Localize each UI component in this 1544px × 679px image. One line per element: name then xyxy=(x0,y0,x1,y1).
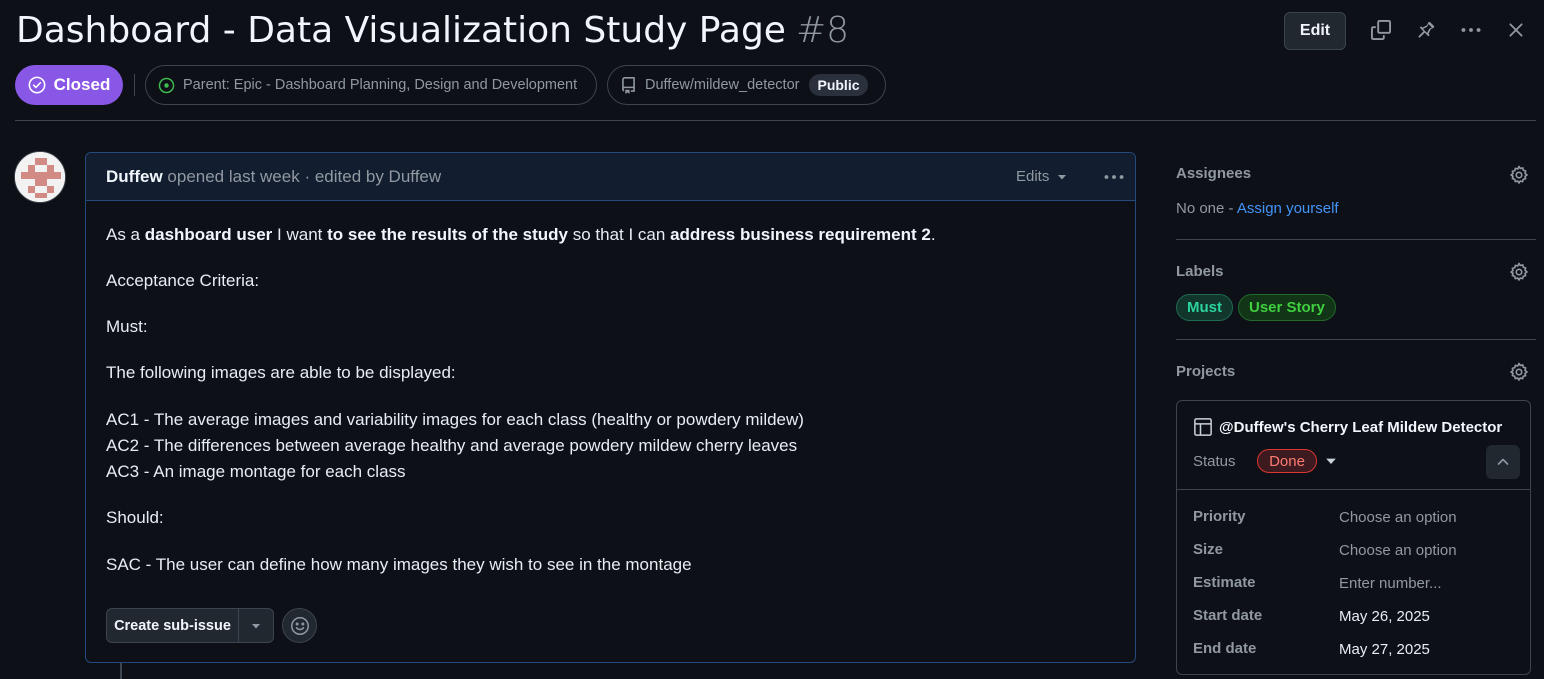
collapse-project-button[interactable] xyxy=(1486,445,1520,479)
create-subissue-button[interactable]: Create sub-issue xyxy=(107,609,239,642)
text: I want xyxy=(272,225,328,244)
triangle-down-icon xyxy=(1057,172,1067,182)
assign-yourself-link[interactable]: Assign yourself xyxy=(1237,200,1339,217)
copy-icon[interactable] xyxy=(1369,18,1393,42)
sidebar-divider xyxy=(1176,339,1536,340)
acceptance-heading: Acceptance Criteria: xyxy=(106,271,260,290)
comment-options-icon[interactable] xyxy=(1102,165,1126,189)
story-paragraph: As a dashboard user I want to see the re… xyxy=(106,225,936,245)
comment-meta: Duffew opened last week · edited by Duff… xyxy=(106,167,441,187)
field-value-size[interactable]: Choose an option xyxy=(1339,542,1457,559)
ac2-text: AC2 - The differences between average he… xyxy=(106,436,798,455)
timeline-line xyxy=(120,663,122,679)
create-subissue-split-button: Create sub-issue xyxy=(106,608,274,643)
kebab-horizontal-icon[interactable] xyxy=(1459,18,1483,42)
field-value-start-date[interactable]: May 26, 2025 xyxy=(1339,608,1430,625)
check-circle-icon xyxy=(28,76,46,94)
status-badge[interactable]: Done xyxy=(1257,449,1317,473)
divider xyxy=(134,74,135,96)
chevron-up-icon xyxy=(1495,454,1511,470)
issue-open-icon xyxy=(158,77,175,94)
labels-title[interactable]: Labels xyxy=(1176,263,1224,280)
author-link[interactable]: Duffew xyxy=(106,167,163,186)
field-label-priority: Priority xyxy=(1193,508,1246,525)
add-reaction-button[interactable] xyxy=(282,608,317,643)
repo-name: Duffew/mildew_detector xyxy=(645,77,800,93)
table-icon xyxy=(1193,417,1213,437)
projects-title[interactable]: Projects xyxy=(1176,363,1235,380)
no-assignee-text: No one - xyxy=(1176,200,1237,217)
issue-number: #8 xyxy=(795,10,850,51)
edit-button[interactable]: Edit xyxy=(1284,12,1346,50)
create-subissue-dropdown[interactable] xyxy=(239,609,273,642)
field-label-estimate: Estimate xyxy=(1193,574,1256,591)
state-badge: Closed xyxy=(15,65,123,105)
following-text: The following images are able to be disp… xyxy=(106,363,456,382)
bold-text: address business requirement 2 xyxy=(670,225,931,244)
text: . xyxy=(930,225,936,244)
ac3-text: AC3 - An image montage for each class xyxy=(106,462,406,481)
gear-icon[interactable] xyxy=(1508,261,1530,283)
project-link[interactable]: @Duffew's Cherry Leaf Mildew Detector xyxy=(1193,417,1502,437)
text: so that I can xyxy=(568,225,671,244)
field-value-estimate[interactable]: Enter number... xyxy=(1339,575,1442,592)
issue-title: Dashboard - Data Visualization Study Pag… xyxy=(16,10,849,51)
field-value-priority[interactable]: Choose an option xyxy=(1339,509,1457,526)
sidebar-divider xyxy=(1176,239,1536,240)
bold-text: dashboard user xyxy=(144,225,273,244)
repo-icon xyxy=(620,76,637,94)
field-value-end-date[interactable]: May 27, 2025 xyxy=(1339,641,1430,658)
comment-header: Duffew opened last week · edited by Duff… xyxy=(86,153,1135,201)
close-icon[interactable] xyxy=(1504,18,1528,42)
issue-body-comment: Duffew opened last week · edited by Duff… xyxy=(85,152,1136,663)
pin-icon[interactable] xyxy=(1414,18,1438,42)
sac-text: SAC - The user can define how many image… xyxy=(106,555,692,574)
project-card: @Duffew's Cherry Leaf Mildew Detector St… xyxy=(1176,400,1531,675)
gear-icon[interactable] xyxy=(1508,361,1530,383)
project-divider xyxy=(1177,489,1530,490)
state-label: Closed xyxy=(53,75,111,94)
triangle-down-icon xyxy=(251,621,261,631)
avatar[interactable] xyxy=(14,151,66,203)
project-name: @Duffew's Cherry Leaf Mildew Detector xyxy=(1219,418,1503,436)
visibility-badge: Public xyxy=(809,74,868,96)
gear-icon[interactable] xyxy=(1508,164,1530,186)
status-dropdown-icon[interactable] xyxy=(1325,455,1337,467)
bold-text: to see the results of the study xyxy=(327,225,568,244)
label-must[interactable]: Must xyxy=(1176,294,1233,321)
repo-link[interactable]: Duffew/mildew_detector Public xyxy=(607,65,886,105)
comment-meta-text: opened last week · edited by Duffew xyxy=(167,167,442,186)
field-label-start-date: Start date xyxy=(1193,607,1263,624)
assignees-value: No one - Assign yourself xyxy=(1176,200,1339,217)
edits-label: Edits xyxy=(1016,168,1050,185)
edits-dropdown[interactable]: Edits xyxy=(1016,168,1067,185)
label-user-story[interactable]: User Story xyxy=(1238,294,1336,321)
parent-label: Parent: Epic - Dashboard Planning, Desig… xyxy=(183,77,578,93)
ac1-text: AC1 - The average images and variability… xyxy=(106,410,804,429)
field-label-end-date: End date xyxy=(1193,640,1257,657)
parent-issue-link[interactable]: Parent: Epic - Dashboard Planning, Desig… xyxy=(145,65,597,105)
issue-title-text: Dashboard - Data Visualization Study Pag… xyxy=(16,10,786,51)
text: As a xyxy=(106,225,145,244)
assignees-title[interactable]: Assignees xyxy=(1176,165,1251,182)
should-heading: Should: xyxy=(106,508,164,527)
must-heading: Must: xyxy=(106,317,148,336)
status-label: Status xyxy=(1193,453,1236,470)
smiley-icon xyxy=(290,616,310,636)
header-divider xyxy=(15,120,1536,121)
field-label-size: Size xyxy=(1193,541,1224,558)
